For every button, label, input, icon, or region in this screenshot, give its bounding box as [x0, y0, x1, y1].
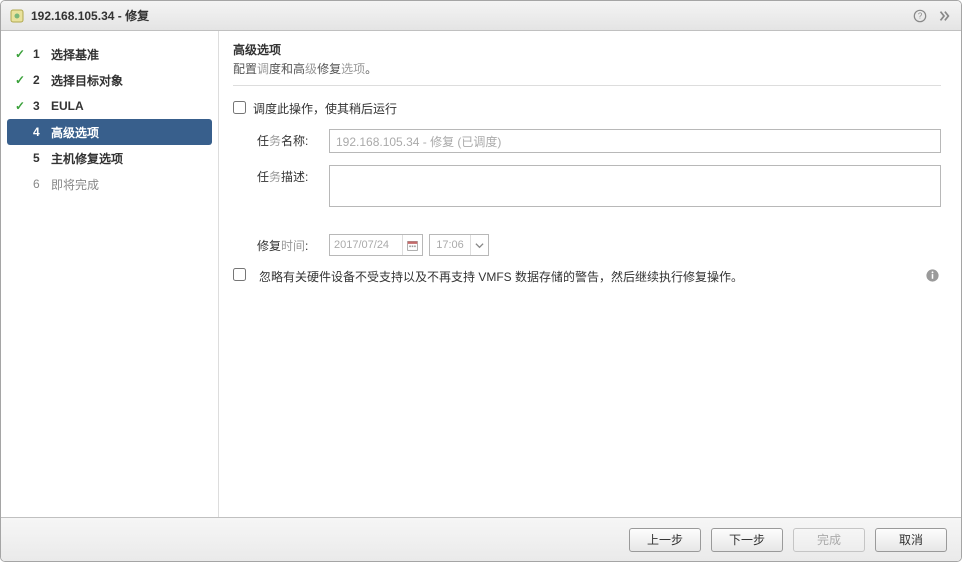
- step-3[interactable]: ✓ 3 EULA: [1, 93, 218, 119]
- step-number: 4: [33, 125, 47, 139]
- step-4[interactable]: 4 高级选项: [7, 119, 212, 145]
- section-description: 配置调度和高级修复选项。: [233, 60, 941, 77]
- back-button[interactable]: 上一步: [629, 528, 701, 552]
- wizard-main: 高级选项 配置调度和高级修复选项。 调度此操作，使其稍后运行 任务名称:: [219, 31, 961, 517]
- titlebar: 192.168.105.34 - 修复 ?: [1, 1, 961, 31]
- ignore-warning-checkbox[interactable]: [233, 268, 246, 281]
- step-label: 选择目标对象: [51, 72, 123, 89]
- check-icon: ✓: [13, 99, 27, 113]
- time-picker[interactable]: [429, 234, 489, 256]
- step-label: 主机修复选项: [51, 150, 123, 167]
- step-number: 6: [33, 177, 47, 191]
- dropdown-icon[interactable]: [470, 235, 488, 255]
- step-1[interactable]: ✓ 1 选择基准: [1, 41, 218, 67]
- window-title: 192.168.105.34 - 修复: [31, 7, 905, 24]
- check-icon: ✓: [13, 47, 27, 61]
- step-label: 即将完成: [51, 176, 99, 193]
- expand-icon[interactable]: [935, 7, 953, 25]
- wizard-footer: 上一步 下一步 完成 取消: [1, 517, 961, 561]
- step-number: 1: [33, 47, 47, 61]
- step-label: 选择基准: [51, 46, 99, 63]
- check-icon: ✓: [13, 73, 27, 87]
- section-heading: 高级选项: [233, 41, 941, 58]
- task-name-label: 任务名称:: [257, 134, 308, 148]
- task-desc-row: 任务描述:: [233, 165, 941, 210]
- step-number: 3: [33, 99, 47, 113]
- separator: [233, 85, 941, 86]
- step-number: 2: [33, 73, 47, 87]
- task-desc-textarea[interactable]: [329, 165, 941, 207]
- step-2[interactable]: ✓ 2 选择目标对象: [1, 67, 218, 93]
- task-name-input[interactable]: [329, 129, 941, 153]
- wizard-sidebar: ✓ 1 选择基准 ✓ 2 选择目标对象 ✓ 3 EULA 4 高级选项: [1, 31, 219, 517]
- ignore-warning-row: 忽略有关硬件设备不受支持以及不再支持 VMFS 数据存储的警告，然后继续执行修复…: [233, 268, 941, 285]
- repair-time-label: 修复时间:: [257, 239, 308, 253]
- next-button[interactable]: 下一步: [711, 528, 783, 552]
- step-number: 5: [33, 151, 47, 165]
- schedule-row: 调度此操作，使其稍后运行: [233, 100, 941, 117]
- finish-button[interactable]: 完成: [793, 528, 865, 552]
- calendar-icon[interactable]: [402, 235, 422, 255]
- wizard-body: ✓ 1 选择基准 ✓ 2 选择目标对象 ✓ 3 EULA 4 高级选项: [1, 31, 961, 517]
- cancel-button[interactable]: 取消: [875, 528, 947, 552]
- info-icon[interactable]: [925, 268, 941, 284]
- help-icon[interactable]: ?: [911, 7, 929, 25]
- date-picker[interactable]: [329, 234, 423, 256]
- step-label: EULA: [51, 99, 84, 113]
- step-label: 高级选项: [51, 124, 99, 141]
- schedule-label: 调度此操作，使其稍后运行: [253, 102, 397, 116]
- time-input[interactable]: [430, 235, 470, 255]
- wizard-window: 192.168.105.34 - 修复 ? ✓ 1 选择基准 ✓ 2 选择目标对…: [0, 0, 962, 562]
- task-name-row: 任务名称:: [233, 129, 941, 153]
- host-icon: [9, 8, 25, 24]
- task-desc-label: 任务描述:: [257, 170, 308, 184]
- step-6: 6 即将完成: [1, 171, 218, 197]
- ignore-warning-label: 忽略有关硬件设备不受支持以及不再支持 VMFS 数据存储的警告，然后继续执行修复…: [253, 268, 913, 285]
- date-input[interactable]: [330, 235, 402, 255]
- schedule-checkbox[interactable]: [233, 101, 246, 114]
- step-5[interactable]: 5 主机修复选项: [1, 145, 218, 171]
- svg-text:?: ?: [918, 11, 923, 20]
- repair-time-row: 修复时间:: [233, 234, 941, 256]
